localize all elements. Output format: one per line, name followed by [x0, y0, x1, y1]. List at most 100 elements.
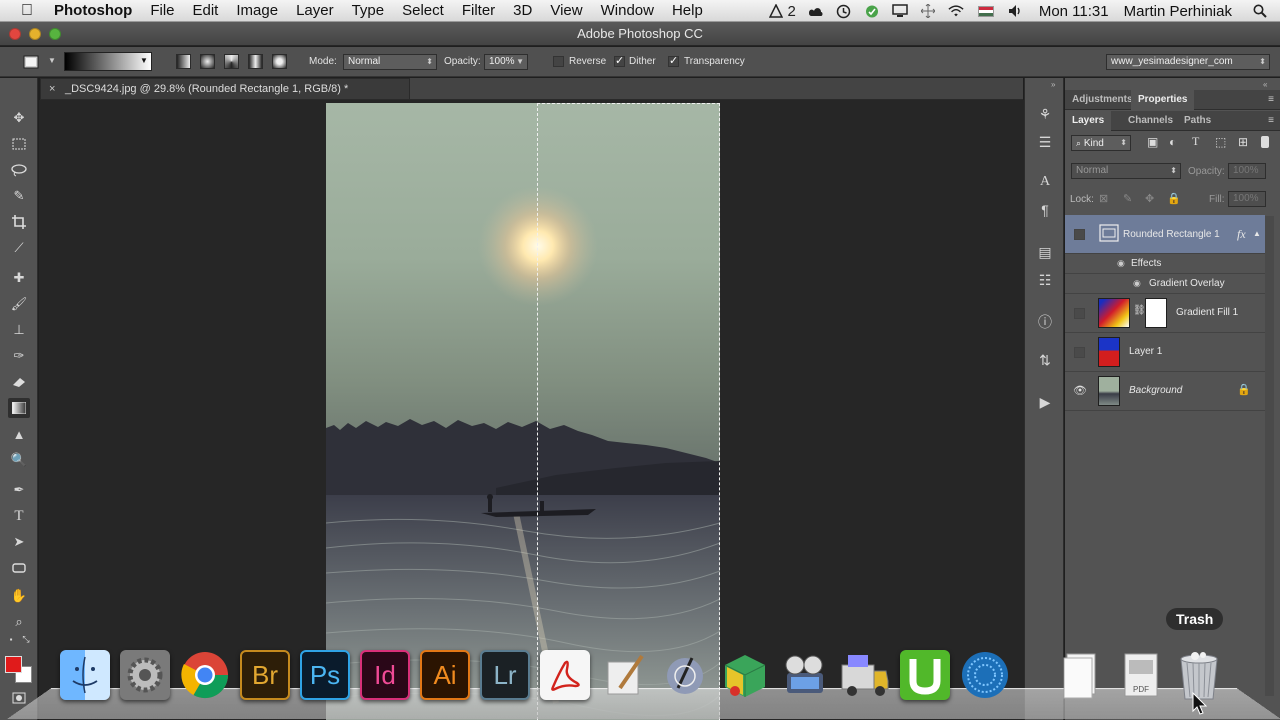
collapse-arrow-icon[interactable]: »	[1051, 80, 1055, 89]
tab-layers[interactable]: Layers	[1065, 111, 1112, 131]
filter-adjustment-layers-icon[interactable]: ◐	[1169, 135, 1176, 149]
transmit-icon[interactable]	[840, 650, 890, 700]
layer-kind-filter[interactable]: ⌕ Kind ⬍	[1071, 135, 1131, 151]
adobe-photoshop-icon[interactable]: Ps	[300, 650, 350, 700]
dodge-tool-icon[interactable]: 🔍	[8, 450, 30, 470]
finder-icon[interactable]	[60, 650, 110, 700]
imovie-icon[interactable]	[780, 650, 830, 700]
blur-tool-icon[interactable]: ▲	[8, 424, 30, 444]
clock-sync-icon[interactable]	[836, 3, 852, 19]
adobe-indesign-icon[interactable]: Id	[360, 650, 410, 700]
close-window-button[interactable]	[9, 28, 21, 40]
lock-position-icon[interactable]: ✥	[1145, 192, 1154, 205]
panel-menu-icon[interactable]: ≡	[1268, 115, 1274, 126]
layers-scrollbar[interactable]	[1265, 216, 1274, 696]
opacity-field[interactable]: 100% ▼	[484, 54, 528, 70]
close-tab-icon[interactable]: ×	[49, 79, 55, 100]
script-editor-icon[interactable]	[600, 650, 650, 700]
spotlight-search-icon[interactable]	[1252, 3, 1268, 19]
network-icon[interactable]	[920, 3, 936, 19]
menu-view[interactable]: View	[541, 2, 591, 19]
menu-edit[interactable]: Edit	[184, 2, 228, 19]
layer-name[interactable]: Layer 1	[1129, 346, 1162, 357]
tab-adjustments[interactable]: Adjustments	[1065, 90, 1140, 110]
tab-paths[interactable]: Paths	[1177, 111, 1218, 131]
document-tab[interactable]: × _DSC9424.jpg @ 29.8% (Rounded Rectangl…	[40, 78, 410, 99]
menu-file[interactable]: File	[141, 2, 183, 19]
gradient-picker-arrow-icon[interactable]: ▼	[140, 56, 148, 65]
sound-app-icon[interactable]	[960, 650, 1010, 700]
adobe-acrobat-icon[interactable]	[540, 650, 590, 700]
lock-image-pixels-icon[interactable]: ✎	[1123, 192, 1132, 205]
zoom-window-button[interactable]	[49, 28, 61, 40]
tab-channels[interactable]: Channels	[1121, 111, 1180, 131]
menu-layer[interactable]: Layer	[287, 2, 343, 19]
layer-effects-row[interactable]: ◉ Effects	[1065, 254, 1265, 274]
history-panel-icon[interactable]: ▤	[1035, 242, 1055, 262]
panel-menu-icon[interactable]: ≡	[1268, 94, 1274, 105]
menubar-clock[interactable]: Mon 11:31	[1030, 3, 1118, 20]
dither-checkbox[interactable]	[614, 54, 625, 67]
healing-brush-tool-icon[interactable]: ✚	[8, 268, 30, 288]
swap-colors-icon[interactable]: ⤡	[20, 634, 32, 644]
paragraph-panel-icon[interactable]: ¶	[1035, 200, 1055, 220]
layer-visibility-toggle[interactable]	[1074, 347, 1085, 358]
layer-gradient-overlay-row[interactable]: ◉ Gradient Overlay	[1065, 274, 1265, 294]
ultra-app-icon[interactable]	[900, 650, 950, 700]
workspace-switcher[interactable]: www_yesimadesigner_com ⬍	[1106, 54, 1270, 70]
tool-preset-arrow-icon[interactable]: ▼	[48, 56, 56, 65]
menu-help[interactable]: Help	[663, 2, 712, 19]
layer-visibility-toggle[interactable]	[1074, 229, 1085, 240]
menu-image[interactable]: Image	[227, 2, 287, 19]
menu-select[interactable]: Select	[393, 2, 453, 19]
clone-stamp-tool-icon[interactable]: ⊥	[8, 320, 30, 340]
menu-3d[interactable]: 3D	[504, 2, 541, 19]
crop-tool-icon[interactable]	[8, 212, 30, 232]
fill-field[interactable]: 100%	[1228, 191, 1266, 207]
lasso-tool-icon[interactable]	[8, 160, 30, 180]
menu-window[interactable]: Window	[592, 2, 663, 19]
lock-transparent-pixels-icon[interactable]: ⊠	[1099, 192, 1108, 205]
brush-presets-icon[interactable]: ⚘	[1035, 104, 1055, 124]
layer-layer-1[interactable]: Layer 1	[1065, 333, 1265, 372]
input-language-flag-icon[interactable]	[977, 5, 994, 17]
adobe-bridge-icon[interactable]: Br	[240, 650, 290, 700]
menubar-user[interactable]: Martin Perhiniak	[1118, 3, 1246, 20]
menu-app-photoshop[interactable]: Photoshop	[54, 2, 141, 19]
documents-stack-icon[interactable]	[1056, 650, 1106, 700]
filter-pixel-layers-icon[interactable]: ▣	[1147, 135, 1158, 149]
gradient-tool-preset-icon[interactable]	[22, 53, 42, 71]
adobe-cc-icon[interactable]: 2	[769, 3, 796, 20]
panel-collapse-icon[interactable]: «	[1263, 80, 1267, 89]
layer-effects-fx-icon[interactable]: fx	[1237, 227, 1246, 242]
layer-name[interactable]: Rounded Rectangle 1	[1123, 229, 1220, 240]
layer-rounded-rectangle-1[interactable]: Rounded Rectangle 1 fx ▲	[1065, 215, 1265, 254]
filter-toggle-icon[interactable]	[1261, 136, 1269, 148]
filter-type-layers-icon[interactable]: T	[1192, 134, 1199, 149]
brush-tool-icon[interactable]: 🖌	[8, 294, 30, 314]
info-panel-icon[interactable]: ⓘ	[1035, 312, 1055, 332]
lock-all-icon[interactable]: 🔒	[1167, 192, 1181, 205]
eye-visibility-icon[interactable]: 👁	[1073, 384, 1087, 397]
quick-selection-tool-icon[interactable]: ✎	[8, 186, 30, 206]
chrome-icon[interactable]	[180, 650, 230, 700]
history-brush-tool-icon[interactable]: ✑	[8, 346, 30, 366]
volume-icon[interactable]	[1008, 3, 1024, 19]
evernote-icon[interactable]	[864, 3, 880, 19]
tab-properties[interactable]: Properties	[1131, 90, 1195, 110]
diamond-gradient-button[interactable]	[272, 54, 287, 69]
mode-dropdown[interactable]: Normal ⬍	[343, 54, 437, 70]
layer-opacity-field[interactable]: 100%	[1228, 163, 1266, 179]
layer-gradient-fill-1[interactable]: ⛓ Gradient Fill 1	[1065, 294, 1265, 333]
menu-filter[interactable]: Filter	[453, 2, 504, 19]
linear-gradient-button[interactable]	[176, 54, 191, 69]
creative-cloud-icon[interactable]	[808, 3, 824, 19]
adobe-illustrator-icon[interactable]: Ai	[420, 650, 470, 700]
eraser-tool-icon[interactable]	[8, 372, 30, 392]
wifi-icon[interactable]	[948, 3, 964, 19]
blend-mode-dropdown[interactable]: Normal ⬍	[1071, 163, 1181, 179]
effects-visibility-eye-icon[interactable]: ◉	[1117, 258, 1125, 269]
eyedropper-tool-icon[interactable]: ⟋	[8, 238, 30, 258]
radial-gradient-button[interactable]	[200, 54, 215, 69]
gradient-overlay-visibility-eye-icon[interactable]: ◉	[1133, 278, 1141, 289]
